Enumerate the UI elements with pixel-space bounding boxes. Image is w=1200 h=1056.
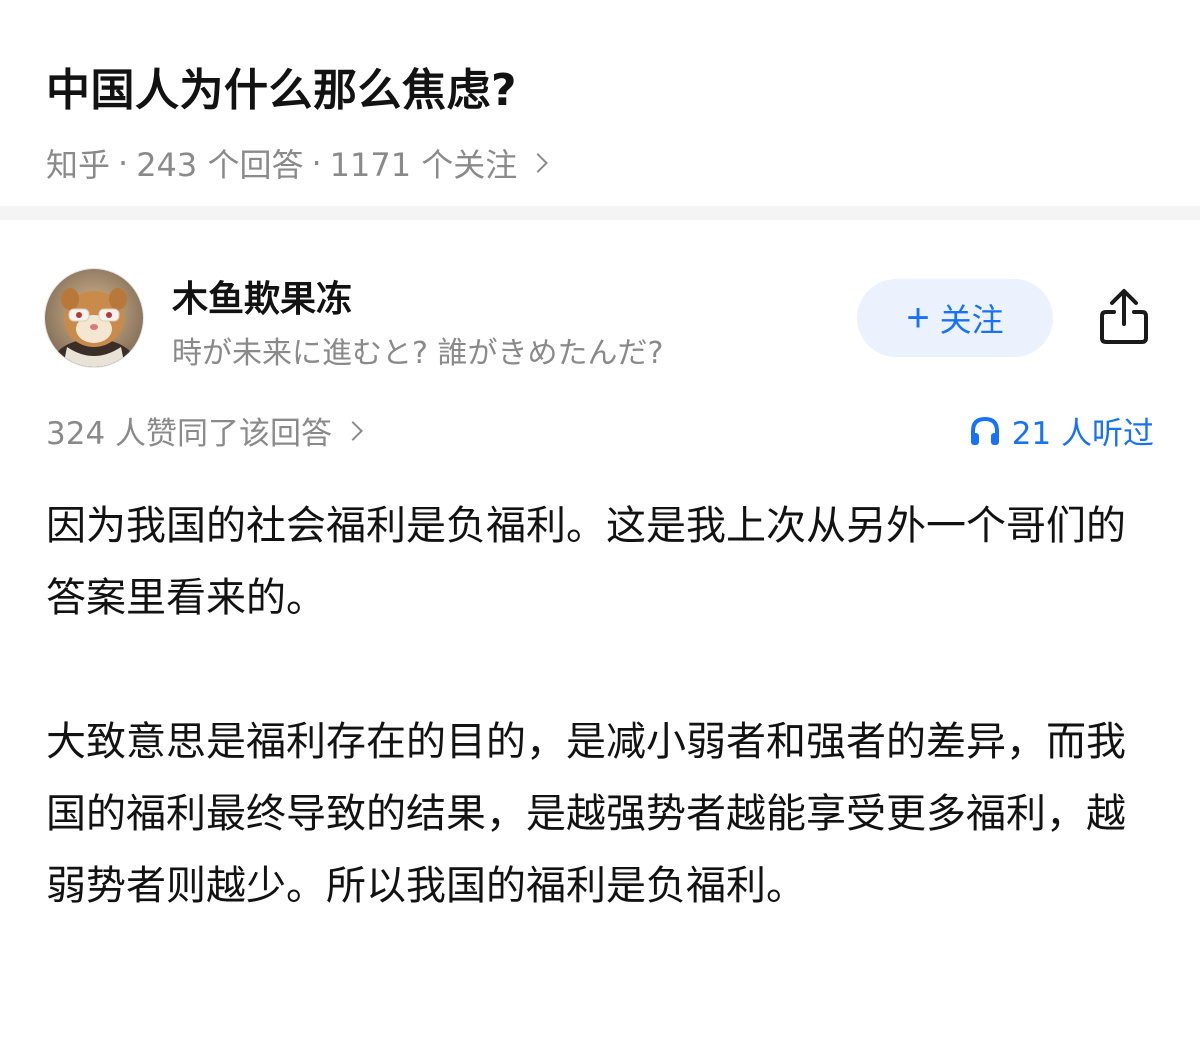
answer-content: 因为我国的社会福利是负福利。这是我上次从另外一个哥们的答案里看来的。 大致意思是…: [46, 490, 1156, 922]
section-divider: [0, 206, 1200, 220]
upvote-info[interactable]: 324 人赞同了该回答: [46, 408, 363, 453]
answer-card: 木鱼欺果冻 時が未来に進むと? 誰がきめたんだ? + 关注 324 人赞同了该回…: [0, 220, 1200, 1056]
chevron-right-icon: [528, 153, 549, 173]
author-bio: 時が未来に進むと? 誰がきめたんだ?: [172, 336, 664, 371]
share-button[interactable]: [1096, 286, 1152, 346]
question-header: 中国人为什么那么焦虑? 知乎 · 243 个回答 · 1171 个关注: [0, 0, 1200, 206]
follow-button[interactable]: + 关注: [857, 279, 1053, 357]
content-paragraph: 大致意思是福利存在的目的，是减小弱者和强者的差异，而我国的福利最终导致的结果，是…: [46, 719, 1126, 909]
avatar[interactable]: [44, 268, 144, 368]
share-icon: [1100, 289, 1148, 344]
chevron-right-icon: [343, 420, 363, 441]
author-name[interactable]: 木鱼欺果冻: [172, 270, 352, 322]
question-meta[interactable]: 知乎 · 243 个回答 · 1171 个关注: [46, 140, 549, 186]
meta-separator: ·: [118, 144, 129, 182]
follow-label: 关注: [939, 302, 1004, 338]
answers-count: 243 个回答: [136, 146, 304, 184]
listen-count: 21 人听过: [1011, 416, 1154, 452]
question-title: 中国人为什么那么焦虑?: [46, 65, 518, 116]
avatar-image: [45, 269, 143, 367]
followers-count: 1171 个关注: [329, 146, 518, 184]
content-paragraph: 因为我国的社会福利是负福利。这是我上次从另外一个哥们的答案里看来的。: [46, 503, 1126, 621]
upvote-count: 324 人赞同了该回答: [46, 416, 333, 452]
listen-info[interactable]: 21 人听过: [968, 408, 1154, 453]
source-label: 知乎: [46, 146, 111, 184]
plus-icon: +: [906, 296, 930, 340]
meta-separator: ·: [311, 144, 322, 182]
headphones-icon: [970, 416, 999, 445]
